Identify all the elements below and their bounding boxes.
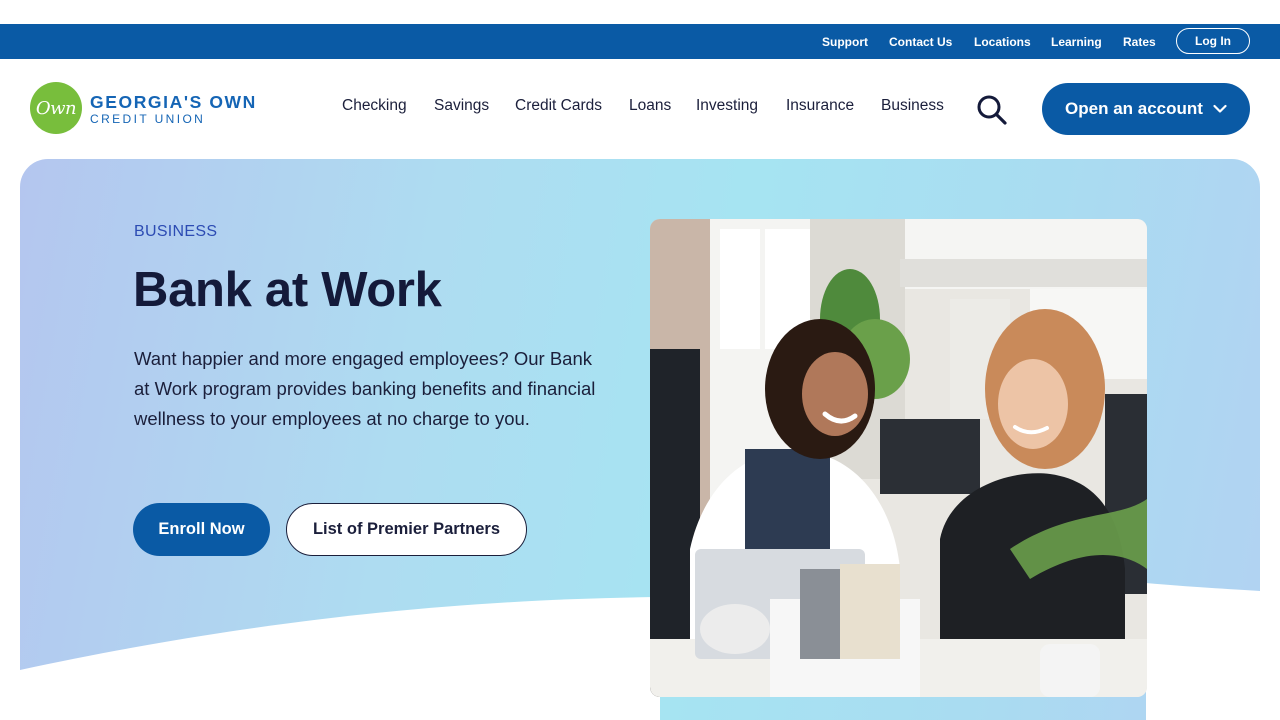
premier-partners-button[interactable]: List of Premier Partners [286,503,527,556]
nav-loans[interactable]: Loans [629,97,671,115]
nav-checking[interactable]: Checking [342,97,407,115]
main-header: Own GEORGIA'S OWN CREDIT UNION Checking … [0,59,1280,159]
locations-link[interactable]: Locations [974,24,1031,59]
open-account-label: Open an account [1065,99,1203,118]
learning-link[interactable]: Learning [1051,24,1102,59]
rates-link[interactable]: Rates [1123,24,1156,59]
chevron-down-icon [1213,104,1227,113]
brand-subtitle: CREDIT UNION [90,112,206,126]
hero-title: Bank at Work [133,263,442,317]
nav-business[interactable]: Business [881,97,944,115]
coworkers-photo-illustration [650,219,1147,697]
hero-description: Want happier and more engaged employees?… [134,348,596,429]
open-account-button[interactable]: Open an account [1042,83,1250,135]
utility-bar: Support Contact Us Locations Learning Ra… [0,24,1280,59]
support-link[interactable]: Support [822,24,868,59]
brand-logo-mark[interactable]: Own [30,82,82,134]
hero-photo [650,219,1147,697]
contact-us-link[interactable]: Contact Us [889,24,952,59]
nav-savings[interactable]: Savings [434,97,489,115]
nav-insurance[interactable]: Insurance [786,97,854,115]
enroll-now-button[interactable]: Enroll Now [133,503,270,556]
nav-investing[interactable]: Investing [696,97,758,115]
search-icon[interactable] [976,95,1008,125]
brand-name[interactable]: GEORGIA'S OWN [90,92,257,113]
hero-eyebrow: BUSINESS [134,223,218,240]
brand-logo-mark-text: Own [35,97,77,119]
login-button[interactable]: Log In [1176,28,1250,54]
nav-credit-cards[interactable]: Credit Cards [515,97,602,115]
